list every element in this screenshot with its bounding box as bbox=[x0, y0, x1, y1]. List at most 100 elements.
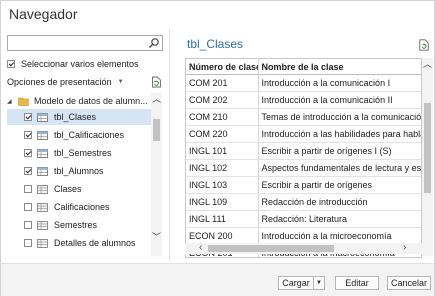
tree-item-label: tbl_Alumnos bbox=[54, 166, 104, 176]
table-cell: COM 201 bbox=[186, 74, 259, 92]
table-row: COM 201 Introducción a la comunicación I bbox=[186, 74, 421, 92]
sheet-icon bbox=[37, 202, 48, 212]
tree-item-tbl-clases[interactable]: tbl_Clases bbox=[7, 109, 152, 125]
select-multiple-row[interactable]: Seleccionar varios elementos bbox=[7, 58, 139, 69]
edit-button[interactable]: Editar bbox=[335, 276, 379, 290]
table-icon bbox=[37, 112, 48, 122]
tree-item-tbl-calificaciones[interactable]: tbl_Calificaciones bbox=[7, 127, 152, 143]
tree-item-checkbox[interactable] bbox=[24, 167, 32, 175]
table-cell: COM 202 bbox=[186, 91, 259, 109]
navigator-tree: ◢ Modelo de datos de alumn... tbl_Clases… bbox=[7, 93, 163, 256]
chevron-down-icon[interactable]: ﹀ bbox=[152, 233, 161, 242]
table-cell: COM 210 bbox=[186, 108, 259, 126]
tree-root-node[interactable]: ◢ Modelo de datos de alumn... bbox=[7, 93, 148, 109]
tree-item-clases[interactable]: Clases bbox=[7, 181, 152, 197]
chevron-up-icon[interactable]: ︿ bbox=[423, 60, 432, 69]
sheet-icon bbox=[37, 238, 48, 248]
table-row: COM 210 Temas de introducción a la comuni… bbox=[186, 108, 421, 126]
grid-horizontal-scrollbar-thumb[interactable] bbox=[208, 245, 334, 252]
table-cell: Introducción a la comunicación II bbox=[258, 91, 421, 109]
tree-scrollbar-thumb[interactable] bbox=[153, 119, 160, 141]
tree-item-checkbox[interactable] bbox=[24, 203, 32, 211]
table-row: COM 202 Introducción a la comunicación II bbox=[186, 91, 421, 109]
table-row: INGL 109 Redacción de introducción bbox=[186, 193, 421, 211]
folder-icon bbox=[18, 97, 29, 106]
tree-item-tbl-alumnos[interactable]: tbl_Alumnos bbox=[7, 163, 152, 179]
table-cell: INGL 102 bbox=[186, 159, 259, 177]
sheet-icon bbox=[37, 220, 48, 230]
table-cell: Escribir a partir de orígenes bbox=[258, 176, 421, 194]
window-title: Navegador bbox=[9, 6, 78, 22]
cancel-button[interactable]: Cancelar bbox=[387, 276, 431, 290]
export-icon[interactable] bbox=[419, 39, 429, 51]
tree-item-detalles-de-alumnos[interactable]: Detalles de alumnos bbox=[7, 235, 152, 251]
tree-item-label: Semestres bbox=[54, 220, 98, 230]
search-input[interactable] bbox=[7, 35, 163, 51]
grid-horizontal-scrollbar[interactable]: ‹ › bbox=[185, 243, 422, 254]
pane-splitter[interactable] bbox=[169, 29, 170, 261]
tree-item-checkbox[interactable] bbox=[24, 131, 32, 139]
table-cell: INGL 111 bbox=[186, 210, 259, 228]
table-row: ECON 200 Introducción a la microeconomía bbox=[186, 227, 421, 245]
table-cell: INGL 101 bbox=[186, 142, 259, 160]
tree-root-label: Modelo de datos de alumn... bbox=[34, 96, 148, 106]
tree-item-semestres[interactable]: Semestres bbox=[7, 217, 152, 233]
grid-vertical-scrollbar-thumb[interactable] bbox=[424, 103, 431, 193]
table-icon bbox=[37, 166, 48, 176]
table-header-row: Número de clase Nombre de la clase bbox=[186, 59, 421, 75]
table-cell: ECON 200 bbox=[186, 227, 259, 245]
tree-item-checkbox[interactable] bbox=[24, 239, 32, 247]
preview-table: Número de clase Nombre de la clase COM 2… bbox=[186, 59, 421, 257]
table-cell: Introducción a la comunicación I bbox=[258, 74, 421, 92]
tree-item-checkbox[interactable] bbox=[24, 185, 32, 193]
dialog-footer: Cargar ▼ Editar Cancelar bbox=[1, 263, 434, 296]
tree-item-checkbox[interactable] bbox=[24, 221, 32, 229]
expand-triangle-icon[interactable]: ◢ bbox=[7, 98, 15, 105]
preview-title: tbl_Clases bbox=[187, 37, 244, 51]
chevron-left-icon[interactable]: ‹ bbox=[199, 243, 202, 253]
tree-item-tbl-semestres[interactable]: tbl_Semestres bbox=[7, 145, 152, 161]
table-cell: INGL 103 bbox=[186, 176, 259, 194]
table-cell: Introducción a la microeconomía bbox=[258, 227, 421, 245]
refresh-icon[interactable] bbox=[151, 76, 162, 88]
sheet-icon bbox=[37, 184, 48, 194]
table-row: INGL 103 Escribir a partir de orígenes bbox=[186, 176, 421, 194]
load-options-button[interactable]: ▼ bbox=[313, 276, 325, 290]
tree-item-calificaciones[interactable]: Calificaciones bbox=[7, 199, 152, 215]
select-multiple-checkbox[interactable] bbox=[7, 59, 15, 68]
table-icon bbox=[37, 148, 48, 158]
table-icon bbox=[37, 130, 48, 140]
preview-grid: Número de clase Nombre de la clase COM 2… bbox=[185, 58, 422, 258]
column-header[interactable]: Número de clase bbox=[186, 59, 259, 75]
caret-down-icon: ▼ bbox=[117, 79, 124, 85]
table-row: INGL 111 Redacción: Literatura bbox=[186, 210, 421, 228]
tree-item-label: Clases bbox=[54, 184, 82, 194]
table-cell: Temas de introducción a la comunicación bbox=[258, 108, 421, 126]
chevron-up-icon[interactable]: ︿ bbox=[152, 95, 161, 104]
tree-item-checkbox[interactable] bbox=[24, 149, 32, 157]
table-row: INGL 101 Escribir a partir de orígenes I … bbox=[186, 142, 421, 160]
table-cell: INGL 109 bbox=[186, 193, 259, 211]
tree-item-checkbox[interactable] bbox=[24, 113, 32, 121]
tree-item-label: tbl_Semestres bbox=[54, 148, 112, 158]
chevron-right-icon[interactable]: › bbox=[403, 243, 406, 253]
table-row: INGL 102 Aspectos fundamentales de lectur… bbox=[186, 159, 421, 177]
tree-item-label: Detalles de alumnos bbox=[54, 238, 136, 248]
load-button[interactable]: Cargar bbox=[278, 276, 313, 290]
navigator-window: Navegador Seleccionar varios elementos O… bbox=[0, 0, 435, 296]
grid-vertical-scrollbar[interactable]: ︿ bbox=[422, 58, 433, 256]
table-cell: COM 220 bbox=[186, 125, 259, 143]
table-cell: Escribir a partir de orígenes I (S) bbox=[258, 142, 421, 160]
table-row: COM 220 Introducción a las habilidades pa… bbox=[186, 125, 421, 143]
tree-scrollbar[interactable]: ︿ ﹀ bbox=[151, 93, 162, 256]
caret-down-icon: ▼ bbox=[316, 280, 322, 286]
tree-item-label: tbl_Calificaciones bbox=[54, 130, 125, 140]
search-icon[interactable] bbox=[148, 37, 160, 49]
display-options-dropdown[interactable]: Opciones de presentación ▼ bbox=[7, 77, 124, 87]
table-cell: Redacción de introducción bbox=[258, 193, 421, 211]
tree-item-label: tbl_Clases bbox=[54, 112, 97, 122]
tree-item-label: Calificaciones bbox=[54, 202, 110, 212]
table-cell: Redacción: Literatura bbox=[258, 210, 421, 228]
table-cell: Introducción a las habilidades para habl… bbox=[258, 125, 421, 143]
column-header[interactable]: Nombre de la clase bbox=[258, 59, 421, 75]
